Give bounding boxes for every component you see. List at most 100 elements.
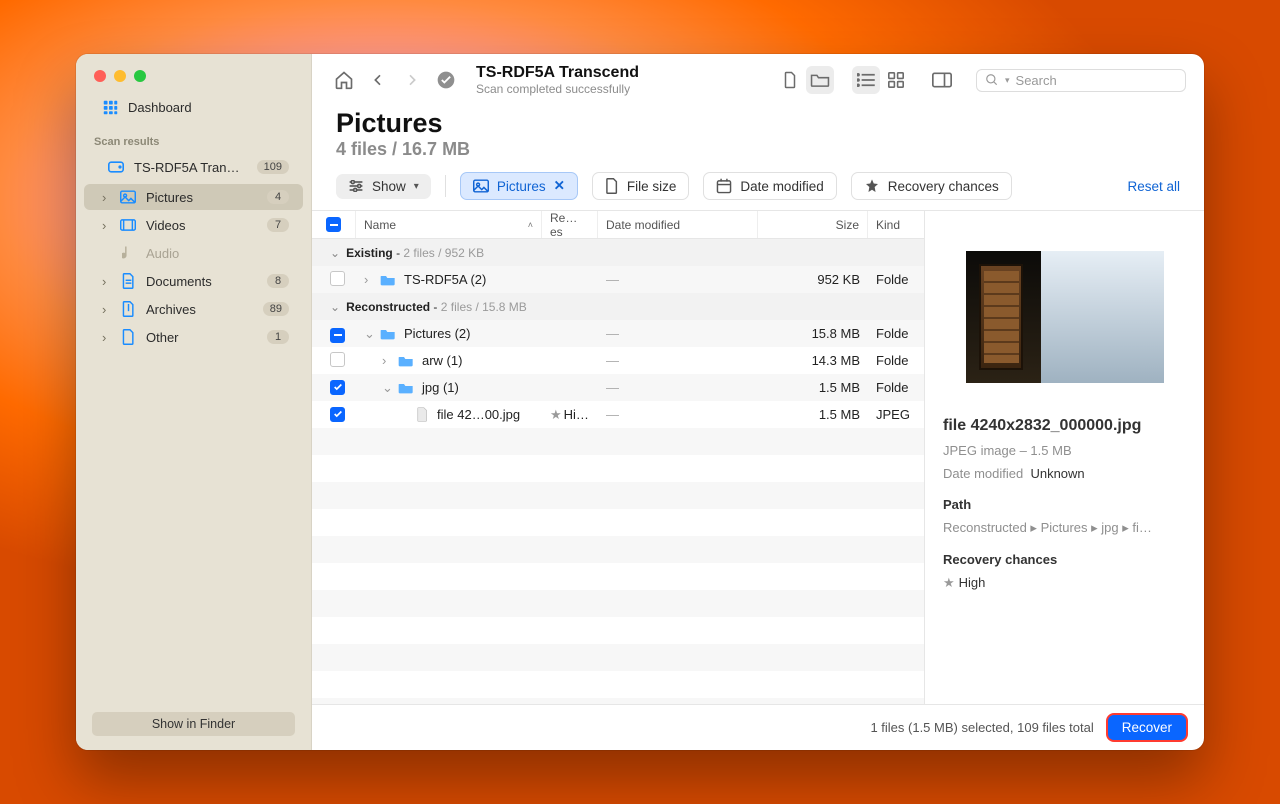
view-preview-group [776,66,834,94]
sidebar-item-label: Documents [146,274,212,289]
details-panel: file 4240x2832_000000.jpg JPEG image – 1… [924,211,1204,704]
filter-filesize[interactable]: File size [592,172,690,200]
table-row[interactable]: ⌄jpg (1)—1.5 MBFolde [312,374,924,401]
sidebar-item-badge: 4 [267,190,289,204]
row-name: Pictures (2) [404,326,470,341]
row-date: — [606,326,619,341]
view-mode-group [852,66,910,94]
sidebar-item-videos[interactable]: ›Videos7 [84,212,303,238]
sidebar-item-label: Other [146,330,179,345]
sidebar-drive-badge: 109 [257,160,289,174]
window-controls [76,54,311,92]
row-checkbox[interactable] [330,352,345,367]
row-checkbox[interactable] [330,380,345,395]
header-checkbox[interactable] [312,211,356,238]
sidebar-item-badge: 8 [267,274,289,288]
row-checkbox[interactable] [330,328,345,343]
row-date: — [606,380,619,395]
row-kind: Folde [876,353,909,368]
chevron-down-icon[interactable]: ⌄ [364,326,376,342]
row-checkbox[interactable] [330,407,345,422]
preview-thumbnail [966,251,1164,383]
details-rc-label: Recovery chances [943,552,1186,567]
home-button[interactable] [330,66,358,94]
calendar-icon [716,178,732,194]
chevron-right-icon[interactable]: › [364,272,376,287]
chevron-down-icon: ▾ [414,181,419,192]
group-label: Reconstructed - 2 files / 15.8 MB [346,300,527,314]
drive-icon [108,159,124,175]
chevron-right-icon: › [102,302,112,317]
sidebar-item-pictures[interactable]: ›Pictures4 [84,184,303,210]
filter-icon [348,180,364,192]
minimize-window-button[interactable] [114,70,126,82]
row-name: TS-RDF5A (2) [404,272,486,287]
row-kind: Folde [876,272,909,287]
sidebar-item-documents[interactable]: › Documents 8 [84,268,303,294]
sidebar-drive[interactable]: TS-RDF5A Transc… 109 [90,154,303,180]
table-header: Name˄ Re…es Date modified Size Kind [312,211,924,239]
details-meta: JPEG image – 1.5 MB [943,443,1186,458]
column-kind[interactable]: Kind [868,211,924,238]
row-name: jpg (1) [422,380,459,395]
chevron-right-icon: › [102,274,112,289]
details-date-value: Unknown [1030,466,1084,481]
show-in-finder-button[interactable]: Show in Finder [92,712,295,736]
list-view-button[interactable] [852,66,880,94]
column-date[interactable]: Date modified [598,211,758,238]
filter-date[interactable]: Date modified [703,172,836,200]
group-header[interactable]: ⌄Reconstructed - 2 files / 15.8 MB [312,293,924,320]
sidebar-drive-label: TS-RDF5A Transc… [134,160,244,175]
row-name: arw (1) [422,353,462,368]
table-row[interactable]: ›arw (1)—14.3 MBFolde [312,347,924,374]
table-row[interactable]: ⌄Pictures (2)—15.8 MBFolde [312,320,924,347]
preview-file-button[interactable] [776,66,804,94]
group-header[interactable]: ⌄Existing - 2 files / 952 KB [312,239,924,266]
file-icon [605,178,619,194]
show-menu[interactable]: Show ▾ [336,174,431,199]
reset-all-button[interactable]: Reset all [1127,179,1180,194]
file-icon [416,407,429,422]
search-field[interactable]: ▾ Search [976,69,1186,92]
app-window: Dashboard Scan results TS-RDF5A Transc… … [76,54,1204,750]
other-icon [120,329,136,345]
back-button[interactable] [364,66,392,94]
toggle-panel-button[interactable] [928,66,956,94]
chevron-down-icon: ⌄ [330,246,340,260]
row-checkbox[interactable] [330,271,345,286]
filter-recovery[interactable]: Recovery chances [851,172,1012,200]
recover-button[interactable]: Recover [1108,715,1186,740]
column-recovery[interactable]: Re…es [542,211,598,238]
chevron-down-icon[interactable]: ⌄ [382,380,394,396]
grid-view-button[interactable] [882,66,910,94]
sidebar-item-archives[interactable]: ›Archives89 [84,296,303,322]
sidebar: Dashboard Scan results TS-RDF5A Transc… … [76,54,312,750]
folder-icon [380,274,396,286]
remove-filter-icon[interactable]: ✕ [554,178,565,194]
videos-icon [120,217,136,233]
filter-pictures-label: Pictures [497,179,546,194]
sort-asc-icon: ˄ [528,220,533,230]
preview-folder-button[interactable] [806,66,834,94]
close-window-button[interactable] [94,70,106,82]
folder-icon [380,328,396,340]
sidebar-item-other[interactable]: ›Other1 [84,324,303,350]
row-kind: Folde [876,326,909,341]
sidebar-item-badge: 1 [267,330,289,344]
filter-pictures-chip[interactable]: Pictures ✕ [460,172,578,200]
table-row[interactable]: ›TS-RDF5A (2)—952 KBFolde [312,266,924,293]
heading-summary: 4 files / 16.7 MB [336,139,1180,160]
window-title: TS-RDF5A Transcend [476,64,639,82]
row-size: 1.5 MB [819,407,860,422]
zoom-window-button[interactable] [134,70,146,82]
table-row[interactable]: ›file 42…00.jpg★Hi…—1.5 MBJPEG [312,401,924,428]
chevron-right-icon[interactable]: › [382,353,394,368]
forward-button[interactable] [398,66,426,94]
row-name: file 42…00.jpg [437,407,520,422]
sidebar-dashboard[interactable]: Dashboard [84,94,303,120]
column-size[interactable]: Size [758,211,868,238]
row-date: — [606,272,619,287]
column-name[interactable]: Name˄ [356,211,542,238]
details-path-value: Reconstructed ▸ Pictures ▸ jpg ▸ fi… [943,520,1186,536]
scan-status-icon [432,66,460,94]
